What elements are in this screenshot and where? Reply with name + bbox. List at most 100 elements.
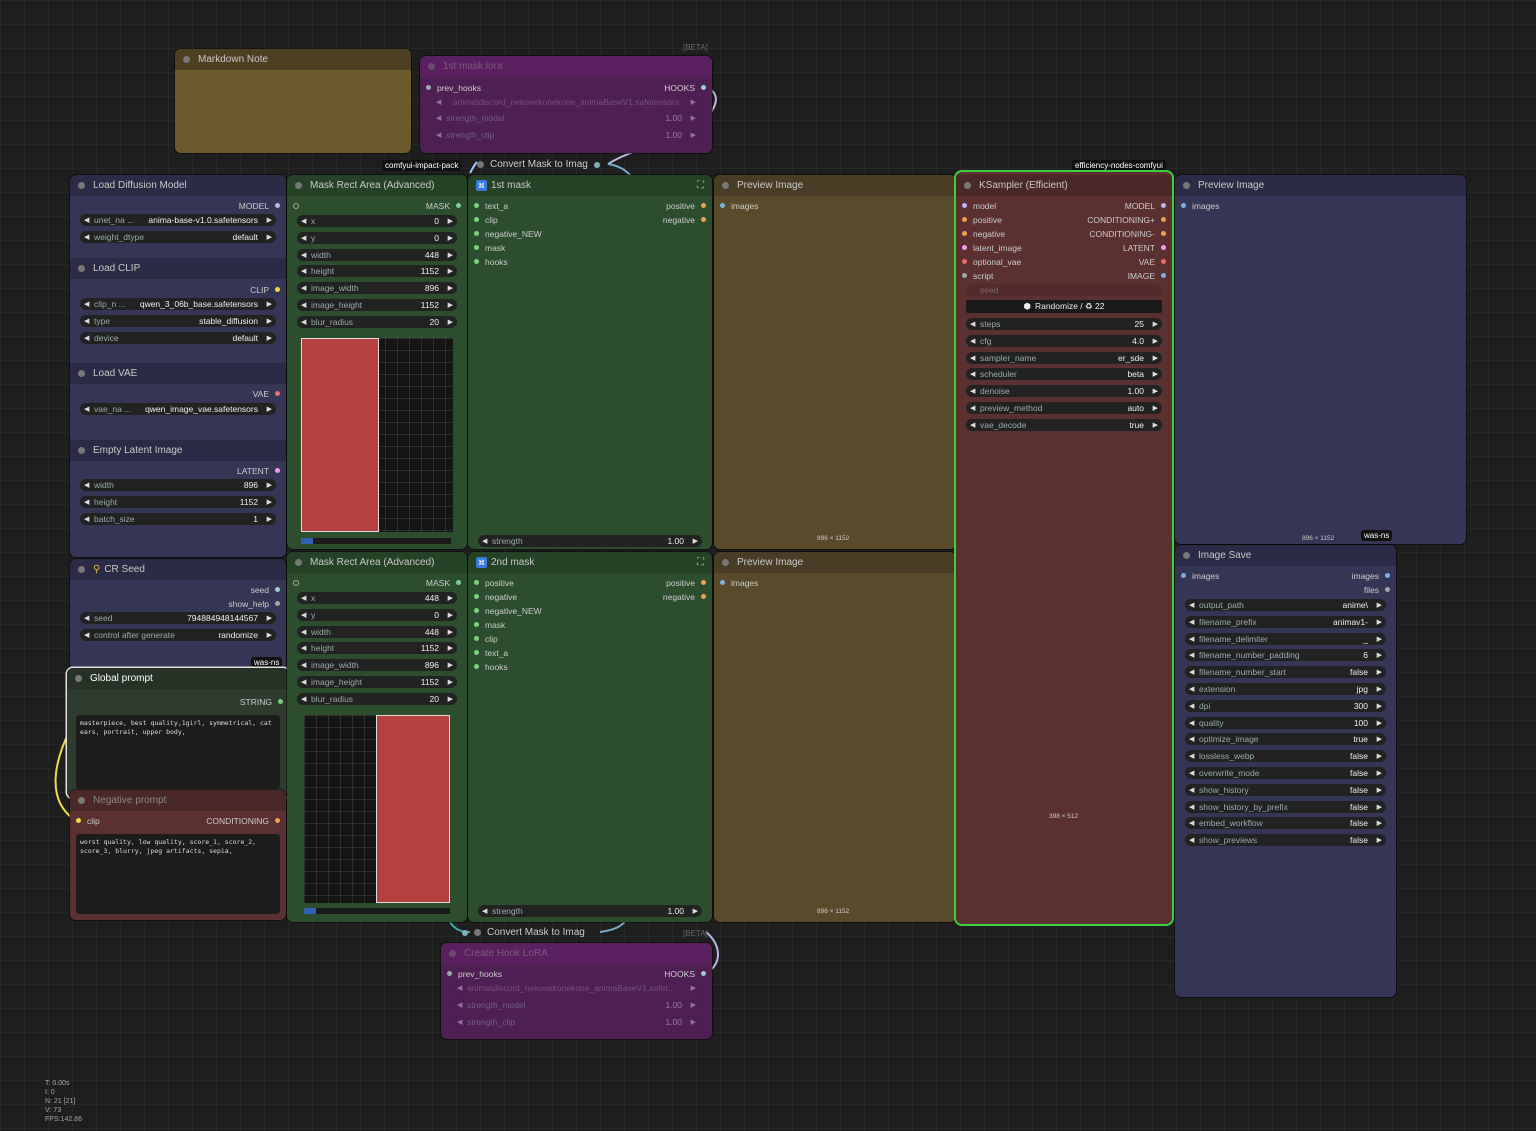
- global-prompt-textarea[interactable]: masterpiece, best quality,1girl, symmetr…: [76, 715, 280, 789]
- input-images[interactable]: images: [1181, 569, 1219, 582]
- output-model[interactable]: MODEL: [1125, 199, 1166, 212]
- strength-clip-widget[interactable]: ◀ strength_clip 1.00 ▶: [453, 1016, 700, 1028]
- output-model[interactable]: MODEL: [239, 199, 280, 212]
- decrement-arrow-icon[interactable]: ◀: [1189, 803, 1199, 811]
- decrement-arrow-icon[interactable]: ◀: [1189, 769, 1199, 777]
- lora-name-widget[interactable]: ◀ anima\discord_nekonekonekone_animaBaseV…: [432, 96, 700, 108]
- mask-rect-2-node[interactable]: Mask Rect Area (Advanced) MASK ◀ x 448 ▶ ◀ y 0…: [287, 552, 467, 922]
- image-save-quality-widget[interactable]: ◀ quality 100 ▶: [1185, 716, 1386, 729]
- image-save-show-previews-widget[interactable]: ◀ show_previews false ▶: [1185, 834, 1386, 847]
- image-save-dpi-widget[interactable]: ◀ dpi 300 ▶: [1185, 699, 1386, 712]
- increment-arrow-icon[interactable]: ▶: [443, 678, 453, 686]
- input-negative[interactable]: negative: [474, 590, 517, 603]
- decrement-arrow-icon[interactable]: ◀: [301, 628, 311, 636]
- weight-dtype-widget[interactable]: ◀ weight_dtype default ▶: [80, 231, 276, 243]
- mask-rect-2-height-widget[interactable]: ◀ height 1152 ▶: [297, 642, 457, 655]
- image-save-filename-delimiter-widget[interactable]: ◀ filename_delimiter _ ▶: [1185, 632, 1386, 645]
- node-header[interactable]: Create Hook LoRA: [441, 943, 712, 964]
- increment-arrow-icon[interactable]: ▶: [1372, 702, 1382, 710]
- ksampler-vae-decode-widget[interactable]: ◀ vae_decode true ▶: [966, 418, 1162, 431]
- negative-prompt-node[interactable]: Negative prompt clip CONDITIONING worst …: [70, 790, 286, 920]
- strength-widget[interactable]: ◀ strength 1.00 ▶: [478, 905, 702, 917]
- decrement-arrow-icon[interactable]: ◀: [301, 234, 311, 242]
- increment-arrow-icon[interactable]: ▶: [1372, 803, 1382, 811]
- mask-rect-2-blur-radius-widget[interactable]: ◀ blur_radius 20 ▶: [297, 692, 457, 705]
- output-conditioning-[interactable]: CONDITIONING+: [1087, 213, 1166, 226]
- output-positive[interactable]: positive: [666, 199, 706, 212]
- increment-arrow-icon[interactable]: ▶: [1372, 769, 1382, 777]
- image-save-extension-widget[interactable]: ◀ extension jpg ▶: [1185, 683, 1386, 695]
- image-icon[interactable]: ⛶: [697, 180, 704, 191]
- decrement-arrow-icon[interactable]: ◀: [970, 320, 980, 328]
- input-negative-new[interactable]: negative_NEW: [474, 604, 542, 617]
- increment-arrow-icon[interactable]: ▶: [1148, 421, 1158, 429]
- preview-image-3-node[interactable]: Preview Image images 896 × 1152: [1175, 175, 1466, 544]
- ksampler-steps-widget[interactable]: ◀ steps 25 ▶: [966, 318, 1162, 330]
- mask-2-node[interactable]: ⌘ 2nd mask ⛶ positive negative negative_NEW m…: [468, 552, 712, 922]
- input-positive[interactable]: positive: [474, 576, 514, 589]
- node-header[interactable]: Image Save: [1175, 545, 1396, 566]
- decrement-arrow-icon[interactable]: ◀: [301, 678, 311, 686]
- output-latent[interactable]: LATENT: [1123, 241, 1166, 254]
- increment-arrow-icon[interactable]: ▶: [1372, 786, 1382, 794]
- image-icon[interactable]: ⛶: [697, 557, 704, 568]
- increment-arrow-icon[interactable]: ▶: [443, 661, 453, 669]
- increment-arrow-icon[interactable]: ▶: [443, 611, 453, 619]
- mask-rect-1-image-width-widget[interactable]: ◀ image_width 896 ▶: [297, 282, 457, 295]
- mask-rect-2-image-width-widget[interactable]: ◀ image_width 896 ▶: [297, 659, 457, 672]
- decrement-arrow-icon[interactable]: ◀: [1189, 836, 1199, 844]
- collapse-dot-icon[interactable]: [428, 63, 435, 70]
- increment-arrow-icon[interactable]: ▶: [443, 301, 453, 309]
- node-header[interactable]: KSampler (Efficient): [956, 175, 1172, 196]
- ksampler-cfg-widget[interactable]: ◀ cfg 4.0 ▶: [966, 334, 1162, 347]
- decrement-arrow-icon[interactable]: ◀: [301, 217, 311, 225]
- increment-arrow-icon[interactable]: ▶: [443, 695, 453, 703]
- input-socket[interactable]: [293, 199, 305, 212]
- mask-rect-1-y-widget[interactable]: ◀ y 0 ▶: [297, 231, 457, 244]
- latent-width-widget[interactable]: ◀ width 896 ▶: [80, 479, 276, 491]
- node-header[interactable]: ⌘ 1st mask ⛶: [468, 175, 712, 196]
- input-text-a[interactable]: text_a: [474, 646, 508, 659]
- decrement-arrow-icon[interactable]: ◀: [301, 267, 311, 275]
- image-save-filename-number-start-widget[interactable]: ◀ filename_number_start false ▶: [1185, 666, 1386, 679]
- collapse-dot-icon[interactable]: [183, 56, 190, 63]
- decrement-arrow-icon[interactable]: ◀: [1189, 668, 1199, 676]
- increment-arrow-icon[interactable]: ▶: [443, 628, 453, 636]
- decrement-arrow-icon[interactable]: ◀: [301, 318, 311, 326]
- increment-arrow-icon[interactable]: ▶: [1372, 685, 1382, 693]
- output-image[interactable]: IMAGE: [1128, 269, 1166, 282]
- input-prev-hooks[interactable]: prev_hooks: [447, 967, 502, 980]
- decrement-arrow-icon[interactable]: ◀: [1189, 735, 1199, 743]
- increment-arrow-icon[interactable]: ▶: [1148, 320, 1158, 328]
- output-mask[interactable]: MASK: [426, 199, 461, 212]
- increment-arrow-icon[interactable]: ▶: [1372, 635, 1382, 643]
- vae-name-widget[interactable]: ◀ vae_na ... qwen_image_vae.safetensors ▶: [80, 403, 276, 415]
- decrement-arrow-icon[interactable]: ◀: [1189, 685, 1199, 693]
- increment-arrow-icon[interactable]: ▶: [1148, 354, 1158, 362]
- ksampler-denoise-widget[interactable]: ◀ denoise 1.00 ▶: [966, 385, 1162, 398]
- mask-rect-1-width-widget[interactable]: ◀ width 448 ▶: [297, 248, 457, 261]
- increment-arrow-icon[interactable]: ▶: [443, 267, 453, 275]
- node-header[interactable]: Negative prompt: [70, 790, 286, 811]
- input-latent-image[interactable]: latent_image: [962, 241, 1022, 254]
- decrement-arrow-icon[interactable]: ◀: [301, 284, 311, 292]
- output-positive[interactable]: positive: [666, 576, 706, 589]
- decrement-arrow-icon[interactable]: ◀: [1189, 719, 1199, 727]
- input-negative[interactable]: negative: [962, 227, 1005, 240]
- decrement-arrow-icon[interactable]: ◀: [1189, 786, 1199, 794]
- increment-arrow-icon[interactable]: ▶: [1372, 668, 1382, 676]
- output-vae[interactable]: VAE: [253, 387, 280, 400]
- markdown-note-node[interactable]: Markdown Note: [175, 49, 411, 153]
- image-save-filename-number-padding-widget[interactable]: ◀ filename_number_padding 6 ▶: [1185, 649, 1386, 662]
- randomize-button[interactable]: ⬢ Randomize / ♻ 22: [966, 300, 1162, 313]
- image-save-overwrite-mode-widget[interactable]: ◀ overwrite_mode false ▶: [1185, 767, 1386, 779]
- input-images[interactable]: images: [1181, 199, 1219, 212]
- seed-widget[interactable]: ◀ seed 794884948144567 ▶: [80, 612, 276, 624]
- input-hooks[interactable]: hooks: [474, 660, 508, 673]
- create-hook-lora-node[interactable]: Create Hook LoRA prev_hooks HOOKS ◀ anima…: [441, 943, 712, 1039]
- decrement-arrow-icon[interactable]: ◀: [301, 661, 311, 669]
- mask-rect-1-height-widget[interactable]: ◀ height 1152 ▶: [297, 265, 457, 278]
- increment-arrow-icon[interactable]: ▶: [1148, 337, 1158, 345]
- decrement-arrow-icon[interactable]: ◀: [970, 337, 980, 345]
- input-mask[interactable]: mask: [474, 618, 505, 631]
